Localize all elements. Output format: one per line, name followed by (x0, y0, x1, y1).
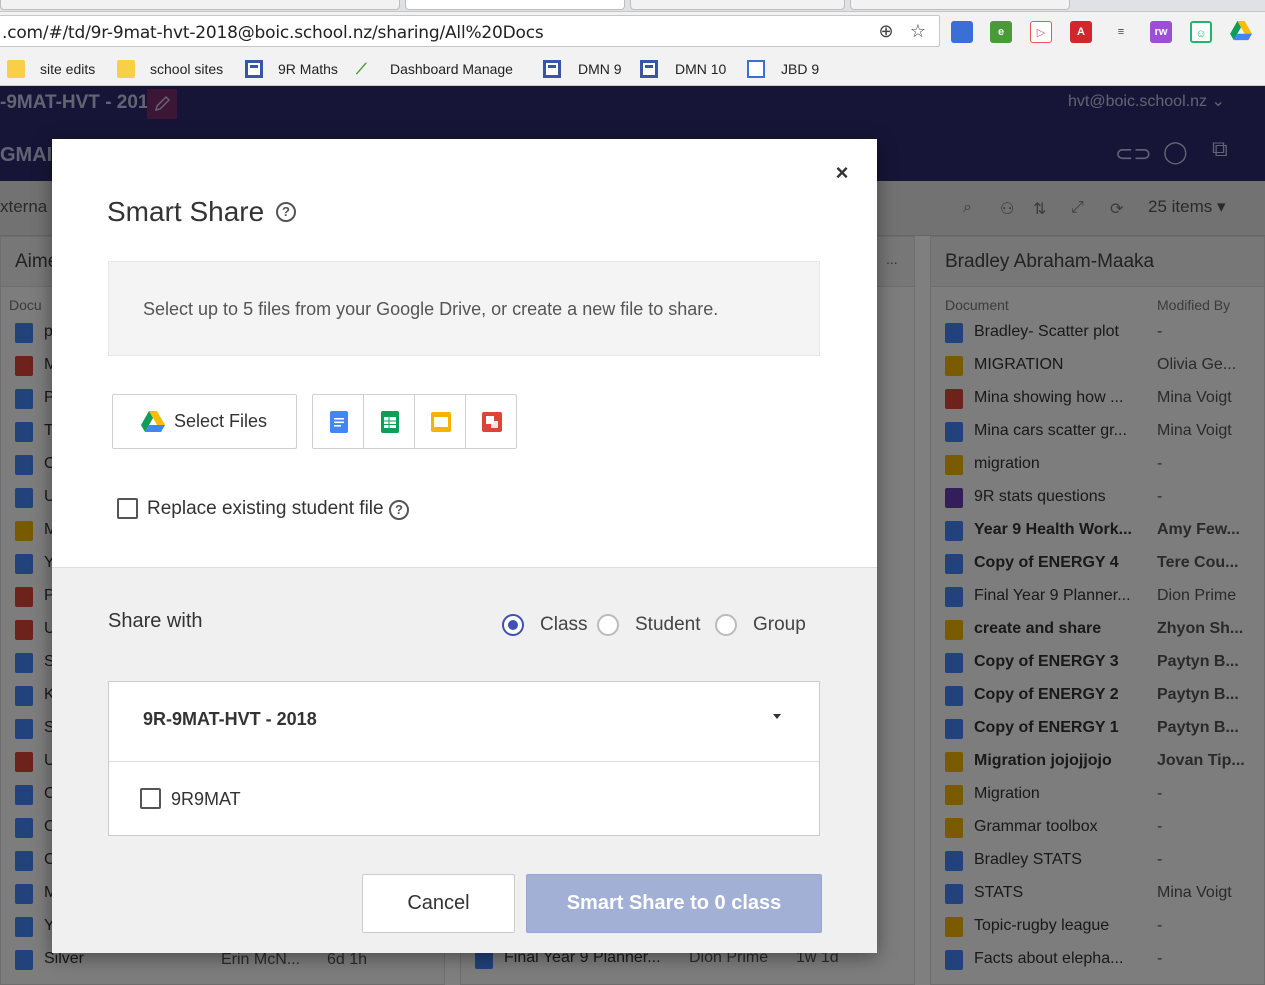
browser-tab[interactable] (0, 0, 400, 10)
radio-group-label: Group (753, 614, 806, 635)
info-box: Select up to 5 files from your Google Dr… (108, 261, 820, 356)
folder-icon (7, 60, 25, 78)
browser-tabstrip (0, 0, 1265, 12)
bookmarks-bar: site edits school sites 9R Maths ⟋ Dashb… (0, 52, 1265, 86)
google-slides-icon (431, 412, 451, 432)
new-slide-button[interactable] (415, 395, 466, 448)
bookmark-jbd-9[interactable]: JBD 9 (747, 59, 827, 79)
calendar-extension-icon[interactable] (951, 21, 973, 43)
caret-down-icon (773, 714, 781, 719)
dashboard-icon: ⟋ (356, 61, 367, 78)
zoom-icon[interactable]: ⊕ (876, 21, 896, 41)
info-text: Select up to 5 files from your Google Dr… (143, 299, 719, 319)
hapara-icon (245, 60, 263, 78)
drive-extension-icon[interactable] (1230, 21, 1252, 43)
replace-file-label: Replace existing student file (147, 498, 384, 519)
replace-file-checkbox[interactable] (117, 498, 138, 519)
hapara-icon (543, 60, 561, 78)
bookmark-school-sites[interactable]: school sites (117, 59, 232, 79)
radio-student[interactable] (597, 614, 619, 636)
readwrite-extension-icon[interactable]: rw (1150, 21, 1172, 43)
google-drawings-icon (482, 412, 502, 432)
acrobat-extension-icon[interactable]: A (1070, 21, 1092, 43)
class-dropdown-value: 9R-9MAT-HVT - 2018 (143, 709, 317, 729)
select-files-button[interactable]: Select Files (112, 394, 297, 449)
hapara-extension-icon[interactable]: ≡ (1110, 21, 1132, 43)
hapara-icon (640, 60, 658, 78)
dialog-title: Smart Share (107, 196, 265, 227)
bookmark-dashboard-manage[interactable]: ⟋ Dashboard Manage (356, 59, 526, 79)
url-text: .com/#/td/9r-9mat-hvt-2018@boic.school.n… (2, 23, 544, 43)
folder-icon (117, 60, 135, 78)
screencast-extension-icon[interactable]: ▷ (1030, 21, 1052, 43)
google-sheets-icon (381, 411, 399, 433)
bookmark-star-icon[interactable]: ☆ (908, 21, 928, 41)
new-doc-button[interactable] (313, 395, 364, 448)
address-bar[interactable]: .com/#/td/9r-9mat-hvt-2018@boic.school.n… (0, 15, 940, 47)
new-file-buttons (312, 394, 517, 449)
radio-class-label: Class (540, 614, 588, 635)
cancel-button[interactable]: Cancel (362, 874, 515, 933)
help-icon[interactable]: ? (276, 202, 296, 222)
share-with-label: Share with (108, 610, 203, 632)
new-drawing-button[interactable] (466, 395, 517, 448)
browser-toolbar: .com/#/td/9r-9mat-hvt-2018@boic.school.n… (0, 12, 1265, 52)
radio-group[interactable] (715, 614, 737, 636)
browser-tab[interactable] (630, 0, 845, 10)
class-dropdown[interactable]: 9R-9MAT-HVT - 2018 (109, 682, 819, 762)
google-drive-icon (141, 411, 165, 432)
class-9r9mat-checkbox[interactable] (140, 788, 161, 809)
table-icon (747, 60, 765, 78)
radio-student-label: Student (635, 614, 701, 635)
browser-tab-active[interactable] (405, 0, 625, 10)
class-option-label: 9R9MAT (171, 789, 241, 809)
smart-share-dialog: × Smart Share ? Select up to 5 files fro… (52, 139, 877, 953)
bookmark-site-edits[interactable]: site edits (7, 59, 107, 79)
bookmark-9r-maths[interactable]: 9R Maths (245, 59, 345, 79)
share-with-section: Share with Class Student Group 9R-9MAT-H… (52, 567, 877, 953)
smart-share-button[interactable]: Smart Share to 0 class (526, 874, 822, 933)
google-docs-icon (330, 411, 348, 433)
new-sheet-button[interactable] (364, 395, 415, 448)
evernote-extension-icon[interactable]: e (990, 21, 1012, 43)
classroom-extension-icon[interactable]: ☺ (1190, 21, 1212, 43)
close-icon[interactable]: × (830, 161, 854, 185)
bookmark-dmn-10[interactable]: DMN 10 (640, 59, 740, 79)
select-files-label: Select Files (174, 411, 268, 431)
bookmark-dmn-9[interactable]: DMN 9 (543, 59, 633, 79)
radio-class[interactable] (502, 614, 524, 636)
help-icon[interactable]: ? (389, 500, 409, 520)
class-selector: 9R-9MAT-HVT - 2018 9R9MAT (108, 681, 820, 836)
browser-tab[interactable] (850, 0, 1070, 10)
